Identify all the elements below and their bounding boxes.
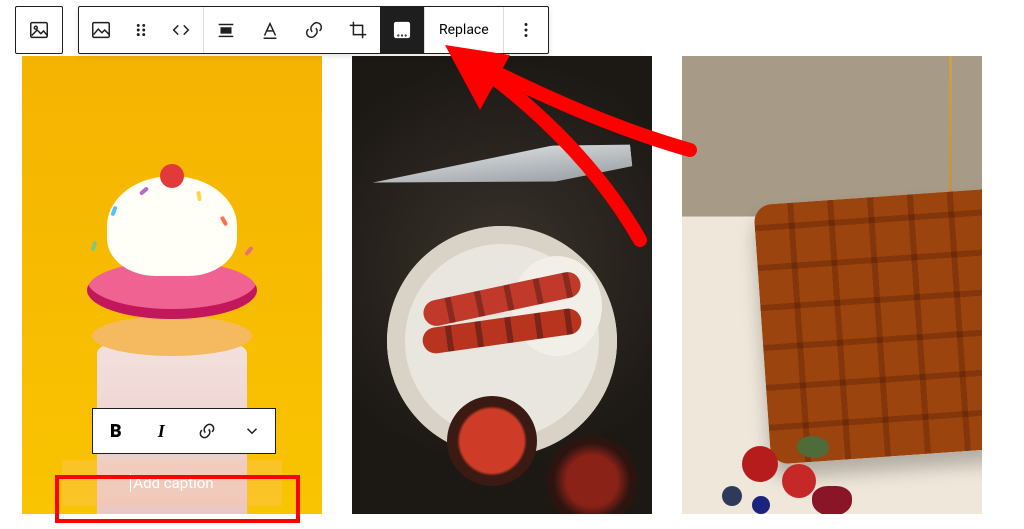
caption-input[interactable]: Add caption xyxy=(62,460,282,506)
gallery-image-2[interactable] xyxy=(352,56,652,514)
duotone-icon xyxy=(391,19,413,41)
crop-button[interactable] xyxy=(336,7,380,53)
align-icon xyxy=(215,19,237,41)
italic-glyph: I xyxy=(158,421,165,442)
duotone-filter-button[interactable] xyxy=(380,7,424,53)
italic-button[interactable]: I xyxy=(139,409,183,453)
caption-placeholder: Add caption xyxy=(133,474,213,492)
link-button[interactable] xyxy=(292,7,336,53)
drag-icon xyxy=(130,19,152,41)
image-icon xyxy=(90,19,112,41)
link-icon xyxy=(197,421,217,441)
caption-link-button[interactable] xyxy=(185,409,229,453)
block-type-button[interactable] xyxy=(15,6,63,54)
bold-button[interactable]: B xyxy=(94,409,138,453)
caption-format-toolbar: B I xyxy=(92,408,276,454)
bold-glyph: B xyxy=(110,421,122,442)
drag-handle[interactable] xyxy=(123,7,159,53)
text-a-icon xyxy=(259,19,281,41)
align-button[interactable] xyxy=(204,7,248,53)
move-arrows-button[interactable] xyxy=(159,7,203,53)
crop-icon xyxy=(347,19,369,41)
caption-more-button[interactable] xyxy=(230,409,274,453)
replace-label: Replace xyxy=(439,22,489,38)
move-left-right-icon xyxy=(170,19,192,41)
gallery-image-1[interactable]: B I Add caption xyxy=(22,56,322,514)
more-options-button[interactable] xyxy=(504,7,548,53)
text-cursor xyxy=(130,474,131,492)
link-icon xyxy=(303,19,325,41)
change-block-type-button[interactable] xyxy=(79,7,123,53)
image-gallery: B I Add caption xyxy=(22,56,1014,514)
more-vertical-icon xyxy=(515,19,537,41)
block-toolbar: Replace xyxy=(78,6,549,54)
replace-button[interactable]: Replace xyxy=(425,7,503,53)
image-block-icon xyxy=(28,19,50,41)
chevron-down-icon xyxy=(243,422,261,440)
gallery-image-3[interactable] xyxy=(682,56,982,514)
text-overlay-button[interactable] xyxy=(248,7,292,53)
